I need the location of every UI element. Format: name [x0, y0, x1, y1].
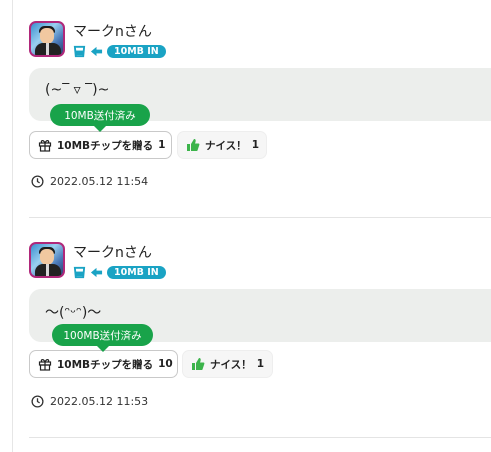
arrow-left-icon — [90, 267, 103, 277]
tip-sent-tooltip: 10MB送付済み — [50, 104, 150, 132]
clock-icon — [31, 175, 44, 188]
comment-post: マークnさん 10MB IN ～(ᵔᵕᵔ)～ 10MBチップを贈る 10 100… — [0, 220, 491, 452]
tip-count: 10 — [158, 358, 173, 370]
thumbs-up-icon — [187, 139, 200, 151]
avatar[interactable] — [29, 21, 65, 57]
nice-count: 1 — [256, 358, 264, 370]
cup-icon — [73, 45, 86, 57]
tooltip-text: 100MB送付済み — [63, 329, 142, 342]
nice-count: 1 — [251, 139, 259, 151]
username[interactable]: マークnさん — [73, 21, 152, 41]
tip-button-label: 10MBチップを贈る — [57, 358, 154, 371]
thumbs-up-icon — [192, 358, 205, 370]
tip-button-label: 10MBチップを贈る — [57, 139, 154, 152]
arrow-left-icon — [90, 46, 103, 56]
mb-in-badge: 10MB IN — [107, 44, 166, 58]
clock-icon — [31, 395, 44, 408]
timestamp-row: 2022.05.12 11:53 — [31, 395, 148, 408]
tip-button[interactable]: 10MBチップを贈る 10 — [29, 350, 178, 378]
gift-icon — [38, 359, 52, 371]
timestamp: 2022.05.12 11:53 — [50, 395, 149, 408]
nice-button[interactable]: ナイス！ 1 — [177, 131, 267, 159]
timestamp-row: 2022.05.12 11:54 — [31, 175, 148, 188]
avatar[interactable] — [29, 242, 65, 278]
tooltip-text: 10MB送付済み — [64, 109, 136, 122]
tip-button[interactable]: 10MBチップを贈る 1 — [29, 131, 172, 159]
gift-icon — [38, 140, 52, 152]
user-meta-row: 10MB IN — [73, 44, 166, 58]
timestamp: 2022.05.12 11:54 — [50, 175, 149, 188]
post-divider — [29, 217, 491, 218]
username[interactable]: マークnさん — [73, 242, 152, 262]
message-text: (~‾ ▿ ‾)~ — [45, 82, 110, 98]
tip-count: 1 — [158, 139, 166, 151]
tip-sent-tooltip: 100MB送付済み — [52, 324, 153, 352]
message-text: ～(ᵔᵕᵔ)～ — [45, 305, 102, 321]
mb-in-badge: 10MB IN — [107, 265, 166, 279]
nice-button[interactable]: ナイス！ 1 — [182, 350, 273, 378]
comment-post: マークnさん 10MB IN (~‾ ▿ ‾)~ 10MBチップを贈る 1 10… — [0, 0, 491, 220]
user-meta-row: 10MB IN — [73, 265, 166, 279]
post-divider — [29, 437, 491, 438]
nice-label: ナイス！ — [210, 358, 252, 371]
cup-icon — [73, 266, 86, 278]
nice-label: ナイス！ — [205, 139, 247, 152]
